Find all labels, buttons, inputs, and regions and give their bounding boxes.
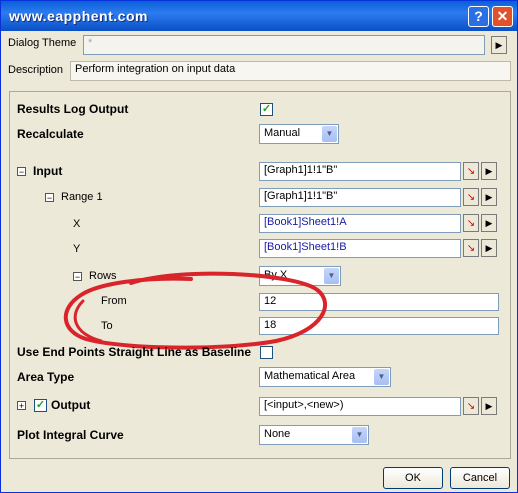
x-picker-button[interactable]: ↘ — [463, 214, 479, 232]
input-label: Input — [33, 164, 63, 178]
rows-value: By X — [264, 269, 288, 281]
input-menu-button[interactable]: ▶ — [481, 162, 497, 180]
chevron-down-icon: ▼ — [352, 427, 367, 443]
output-menu-button[interactable]: ▶ — [481, 397, 497, 415]
from-field[interactable]: 12 — [259, 293, 499, 311]
recalculate-value: Manual — [264, 127, 301, 139]
menu-arrow-icon: ▶ — [485, 218, 493, 228]
menu-arrow-icon: ▶ — [485, 166, 493, 176]
rows-label: Rows — [89, 270, 117, 282]
output-picker-button[interactable]: ↘ — [463, 397, 479, 415]
dialog-theme-field[interactable]: * — [83, 35, 485, 55]
range-picker-icon: ↘ — [466, 218, 476, 229]
output-checkbox[interactable]: ✓ — [34, 399, 47, 412]
menu-arrow-icon: ▶ — [485, 192, 493, 202]
range1-collapse-toggle[interactable]: − — [45, 193, 54, 203]
area-type-label: Area Type — [17, 370, 75, 384]
to-label: To — [101, 320, 113, 332]
recalculate-select[interactable]: Manual ▼ — [259, 124, 339, 144]
help-button[interactable]: ? — [468, 6, 489, 27]
dialog-theme-label: Dialog Theme — [8, 37, 77, 49]
to-field[interactable]: 18 — [259, 317, 499, 335]
end-points-label: Use End Points Straight Line as Baseline — [17, 345, 252, 359]
plot-curve-value: None — [264, 428, 291, 440]
recalculate-label: Recalculate — [17, 127, 84, 141]
chevron-down-icon: ▼ — [322, 126, 337, 142]
range1-field[interactable]: [Graph1]1!1"B" — [259, 188, 461, 207]
rows-select[interactable]: By X ▼ — [259, 266, 341, 286]
input-collapse-toggle[interactable]: − — [17, 167, 26, 177]
area-type-select[interactable]: Mathematical Area ▼ — [259, 367, 391, 387]
rows-collapse-toggle[interactable]: − — [73, 272, 82, 282]
x-menu-button[interactable]: ▶ — [481, 214, 497, 232]
menu-arrow-icon: ▶ — [495, 40, 503, 50]
dialog-window: www.eapphent.com ? ✕ Dialog Theme * ▶ De… — [0, 0, 518, 493]
x-range-field[interactable]: [Book1]Sheet1!A — [259, 214, 461, 233]
menu-arrow-icon: ▶ — [485, 243, 493, 253]
from-label: From — [101, 295, 127, 307]
output-expand-toggle[interactable]: + — [17, 401, 26, 411]
area-type-value: Mathematical Area — [264, 370, 356, 382]
chevron-down-icon: ▼ — [324, 268, 339, 284]
results-log-label: Results Log Output — [17, 102, 129, 116]
description-label: Description — [8, 64, 64, 76]
range1-label: Range 1 — [61, 191, 103, 203]
end-points-checkbox[interactable] — [260, 346, 273, 359]
ok-button[interactable]: OK — [383, 467, 443, 489]
output-label: Output — [51, 398, 91, 412]
menu-arrow-icon: ▶ — [485, 401, 493, 411]
plot-curve-select[interactable]: None ▼ — [259, 425, 369, 445]
cancel-button[interactable]: Cancel — [450, 467, 510, 489]
range-picker-icon: ↘ — [466, 192, 476, 203]
close-button[interactable]: ✕ — [492, 6, 513, 27]
title-bar: www.eapphent.com ? ✕ — [1, 1, 517, 31]
range-picker-icon: ↘ — [466, 166, 476, 177]
plot-curve-label: Plot Integral Curve — [17, 428, 124, 442]
x-label: X — [73, 218, 81, 230]
output-field[interactable]: [<input>,<new>) — [259, 397, 461, 416]
input-range-field[interactable]: [Graph1]1!1"B" — [259, 162, 461, 181]
chevron-down-icon: ▼ — [374, 369, 389, 385]
description-field: Perform integration on input data — [70, 61, 511, 81]
y-picker-button[interactable]: ↘ — [463, 239, 479, 257]
dialog-theme-menu-button[interactable]: ▶ — [491, 36, 507, 54]
window-title: www.eapphent.com — [9, 8, 148, 24]
y-range-field[interactable]: [Book1]Sheet1!B — [259, 239, 461, 258]
range-picker-icon: ↘ — [466, 243, 476, 254]
input-picker-button[interactable]: ↘ — [463, 162, 479, 180]
results-log-checkbox[interactable]: ✓ — [260, 103, 273, 116]
y-menu-button[interactable]: ▶ — [481, 239, 497, 257]
range1-menu-button[interactable]: ▶ — [481, 188, 497, 206]
y-label: Y — [73, 243, 81, 255]
range1-picker-button[interactable]: ↘ — [463, 188, 479, 206]
range-picker-icon: ↘ — [466, 401, 476, 412]
